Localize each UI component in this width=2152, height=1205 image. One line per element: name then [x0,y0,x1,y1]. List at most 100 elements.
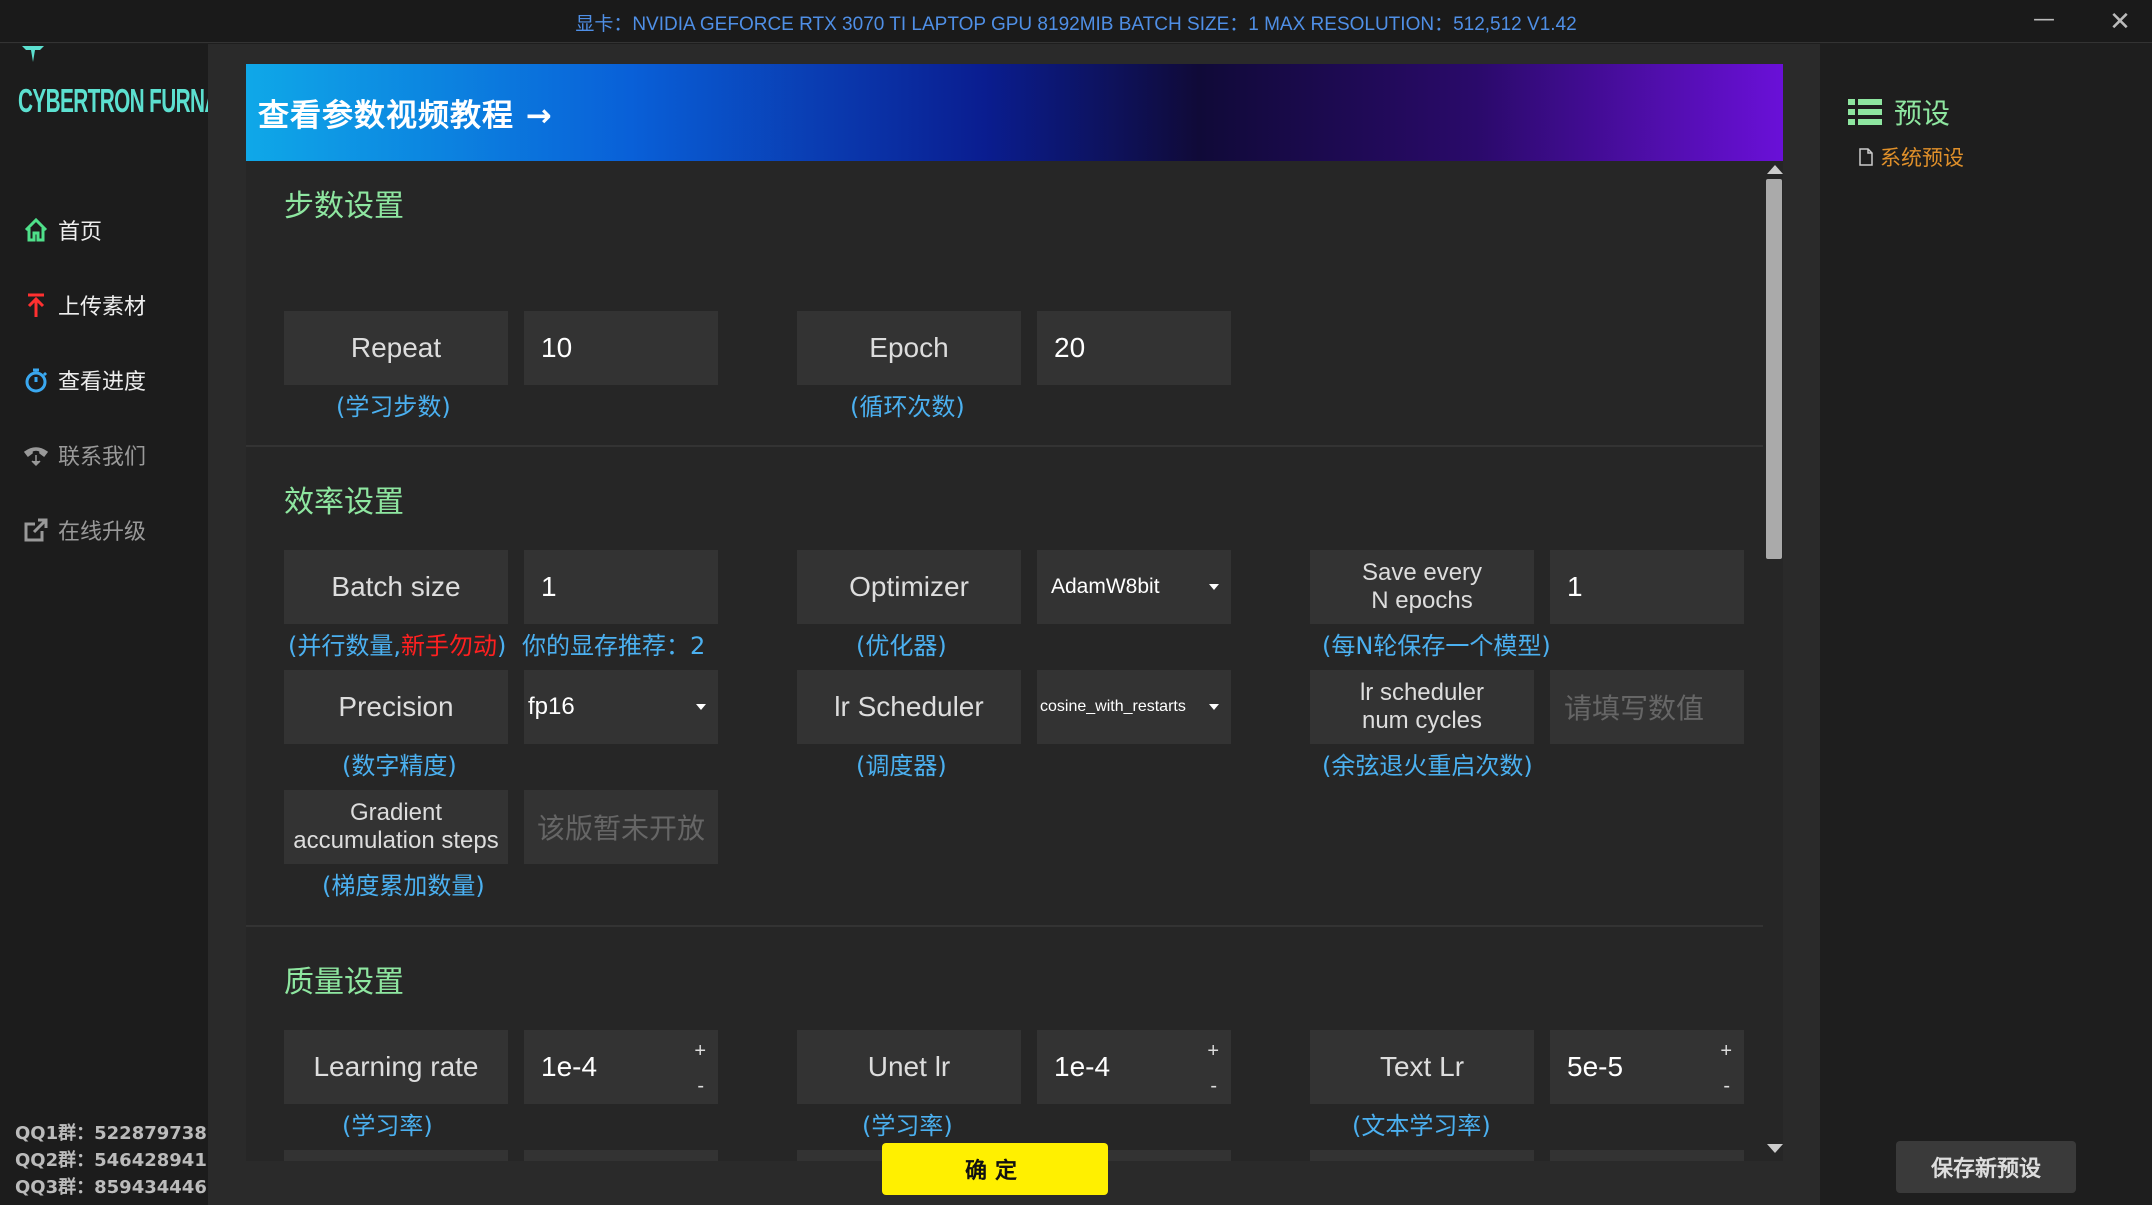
dropdown-arrow-icon [1209,704,1219,710]
vertical-scrollbar[interactable] [1763,161,1783,1161]
increment-button[interactable]: + [694,1040,706,1063]
text-lr-value: 5e-5 [1567,1051,1624,1082]
repeat-hint: (学习步数) [336,393,451,421]
precision-label: Precision [284,670,508,744]
preset-title: 预设 [1894,97,1951,130]
label-line: lr scheduler [1359,679,1485,706]
dropdown-arrow-icon [1209,584,1219,590]
grad-accum-hint: (梯度累加数量) [322,872,485,900]
label-line: Gradient [349,799,443,826]
optimizer-value: AdamW8bit [1051,575,1160,598]
save-every-hint: (每N轮保存一个模型) [1322,632,1551,660]
sidebar-item-home[interactable]: 首页 [22,210,102,250]
list-icon [1848,99,1882,125]
text-lr-hint: (文本学习率) [1352,1112,1491,1140]
decrement-button[interactable]: - [1210,1075,1217,1098]
save-preset-button[interactable]: 保存新预设 [1896,1141,2076,1193]
repeat-input[interactable]: 10 [524,311,718,385]
learning-rate-label: Learning rate [284,1030,508,1104]
increment-button[interactable]: + [1207,1040,1219,1063]
sidebar-item-label: 首页 [58,220,103,245]
scroll-down-arrow-icon[interactable] [1767,1144,1783,1153]
preset-header: 预设 [1848,92,1950,132]
sidebar-item-upgrade[interactable]: 在线升级 [22,510,146,550]
section-title-efficiency: 效率设置 [284,485,404,520]
scheduler-cycles-input[interactable]: 请填写数值 [1550,670,1744,744]
tutorial-link[interactable]: 查看参数视频教程 → [258,90,553,135]
section-title-quality: 质量设置 [284,965,404,1000]
unet-lr-hint: (学习率) [862,1112,953,1140]
unet-lr-input[interactable]: 1e-4 + - [1037,1030,1231,1104]
section-divider [246,925,1763,927]
qq-group: QQ3群：859434446 [15,1177,207,1198]
tutorial-banner[interactable]: 查看参数视频教程 → [246,64,1783,161]
document-icon [1859,148,1873,166]
hint-text: ) [497,632,507,660]
sidebar-item-progress[interactable]: 查看进度 [22,360,146,400]
batch-size-hint: (并行数量,新手勿动) [288,626,506,661]
text-lr-input[interactable]: 5e-5 + - [1550,1030,1744,1104]
sidebar-item-label: 联系我们 [58,445,147,470]
sidebar-item-contact[interactable]: 联系我们 [22,435,146,475]
save-every-input[interactable]: 1 [1550,550,1744,624]
preset-item-system[interactable]: 系统预设 [1858,142,1964,172]
repeat-label: Repeat [284,311,508,385]
scrollbar-thumb[interactable] [1766,179,1782,559]
scheduler-cycles-hint: (余弦退火重启次数) [1322,752,1533,780]
main-panel: 查看参数视频教程 → 步数设置 Repeat 10 (学习步数) Epoch 2… [208,44,1820,1205]
scheduler-select[interactable]: cosine_with_restarts [1037,670,1231,744]
grad-accum-input: 该版暂未开放 [524,790,718,864]
optimizer-label: Optimizer [797,550,1021,624]
text-lr-label: Text Lr [1310,1030,1534,1104]
precision-value: fp16 [528,693,575,720]
close-button[interactable]: ✕ [2100,4,2140,40]
optimizer-select[interactable]: AdamW8bit [1037,550,1231,624]
next-row-label-partial [1310,1150,1534,1161]
title-bar: 显卡：NVIDIA GEFORCE RTX 3070 TI LAPTOP GPU… [0,0,2152,43]
confirm-button[interactable]: 确定 [882,1143,1108,1195]
precision-select[interactable]: fp16 [524,670,718,744]
app-logo: CYBERTRON FURNACE [18,44,247,134]
sidebar-item-label: 在线升级 [58,520,147,545]
unet-lr-value: 1e-4 [1054,1051,1111,1082]
label-line: Save every [1361,559,1483,586]
next-row-input-partial [1550,1150,1744,1161]
label-line: accumulation steps [293,827,499,854]
decrement-button[interactable]: - [1723,1075,1730,1098]
dropdown-arrow-icon [696,704,706,710]
batch-size-input[interactable]: 1 [524,550,718,624]
epoch-hint: (循环次数) [850,393,965,421]
learning-rate-value: 1e-4 [541,1051,598,1082]
qq-groups: QQ1群：522879738 QQ2群：546428941 QQ3群：85943… [15,1120,207,1201]
precision-hint: (数字精度) [342,752,457,780]
window-title: 显卡：NVIDIA GEFORCE RTX 3070 TI LAPTOP GPU… [575,14,1577,35]
qq-group: QQ2群：546428941 [15,1150,207,1171]
hint-text: (并行数量, [288,632,401,660]
learning-rate-input[interactable]: 1e-4 + - [524,1030,718,1104]
sidebar-item-label: 上传素材 [58,295,147,320]
timer-icon [25,368,48,393]
epoch-label: Epoch [797,311,1021,385]
section-title-steps: 步数设置 [284,189,404,224]
optimizer-hint: (优化器) [856,632,947,660]
unet-lr-label: Unet lr [797,1030,1021,1104]
increment-button[interactable]: + [1720,1040,1732,1063]
learning-rate-hint: (学习率) [342,1112,433,1140]
external-link-icon [24,518,48,542]
sidebar-item-label: 查看进度 [58,370,147,395]
scheduler-value: cosine_with_restarts [1040,698,1186,715]
scroll-up-arrow-icon[interactable] [1767,165,1783,174]
preset-panel: 预设 系统预设 保存新预设 [1820,44,2152,1205]
epoch-input[interactable]: 20 [1037,311,1231,385]
home-icon [24,217,48,242]
scheduler-label: lr Scheduler [797,670,1021,744]
vram-recommendation: 你的显存推荐：2 [522,632,706,660]
sidebar-item-upload[interactable]: 上传素材 [22,285,146,325]
decrement-button[interactable]: - [697,1075,704,1098]
minimize-button[interactable]: — [2026,4,2062,40]
grad-accum-label: Gradient accumulation steps [284,790,508,864]
logo-emblem-icon [22,46,44,62]
phone-icon [23,447,49,467]
next-row-input-partial [524,1150,718,1161]
upload-icon [27,293,45,317]
